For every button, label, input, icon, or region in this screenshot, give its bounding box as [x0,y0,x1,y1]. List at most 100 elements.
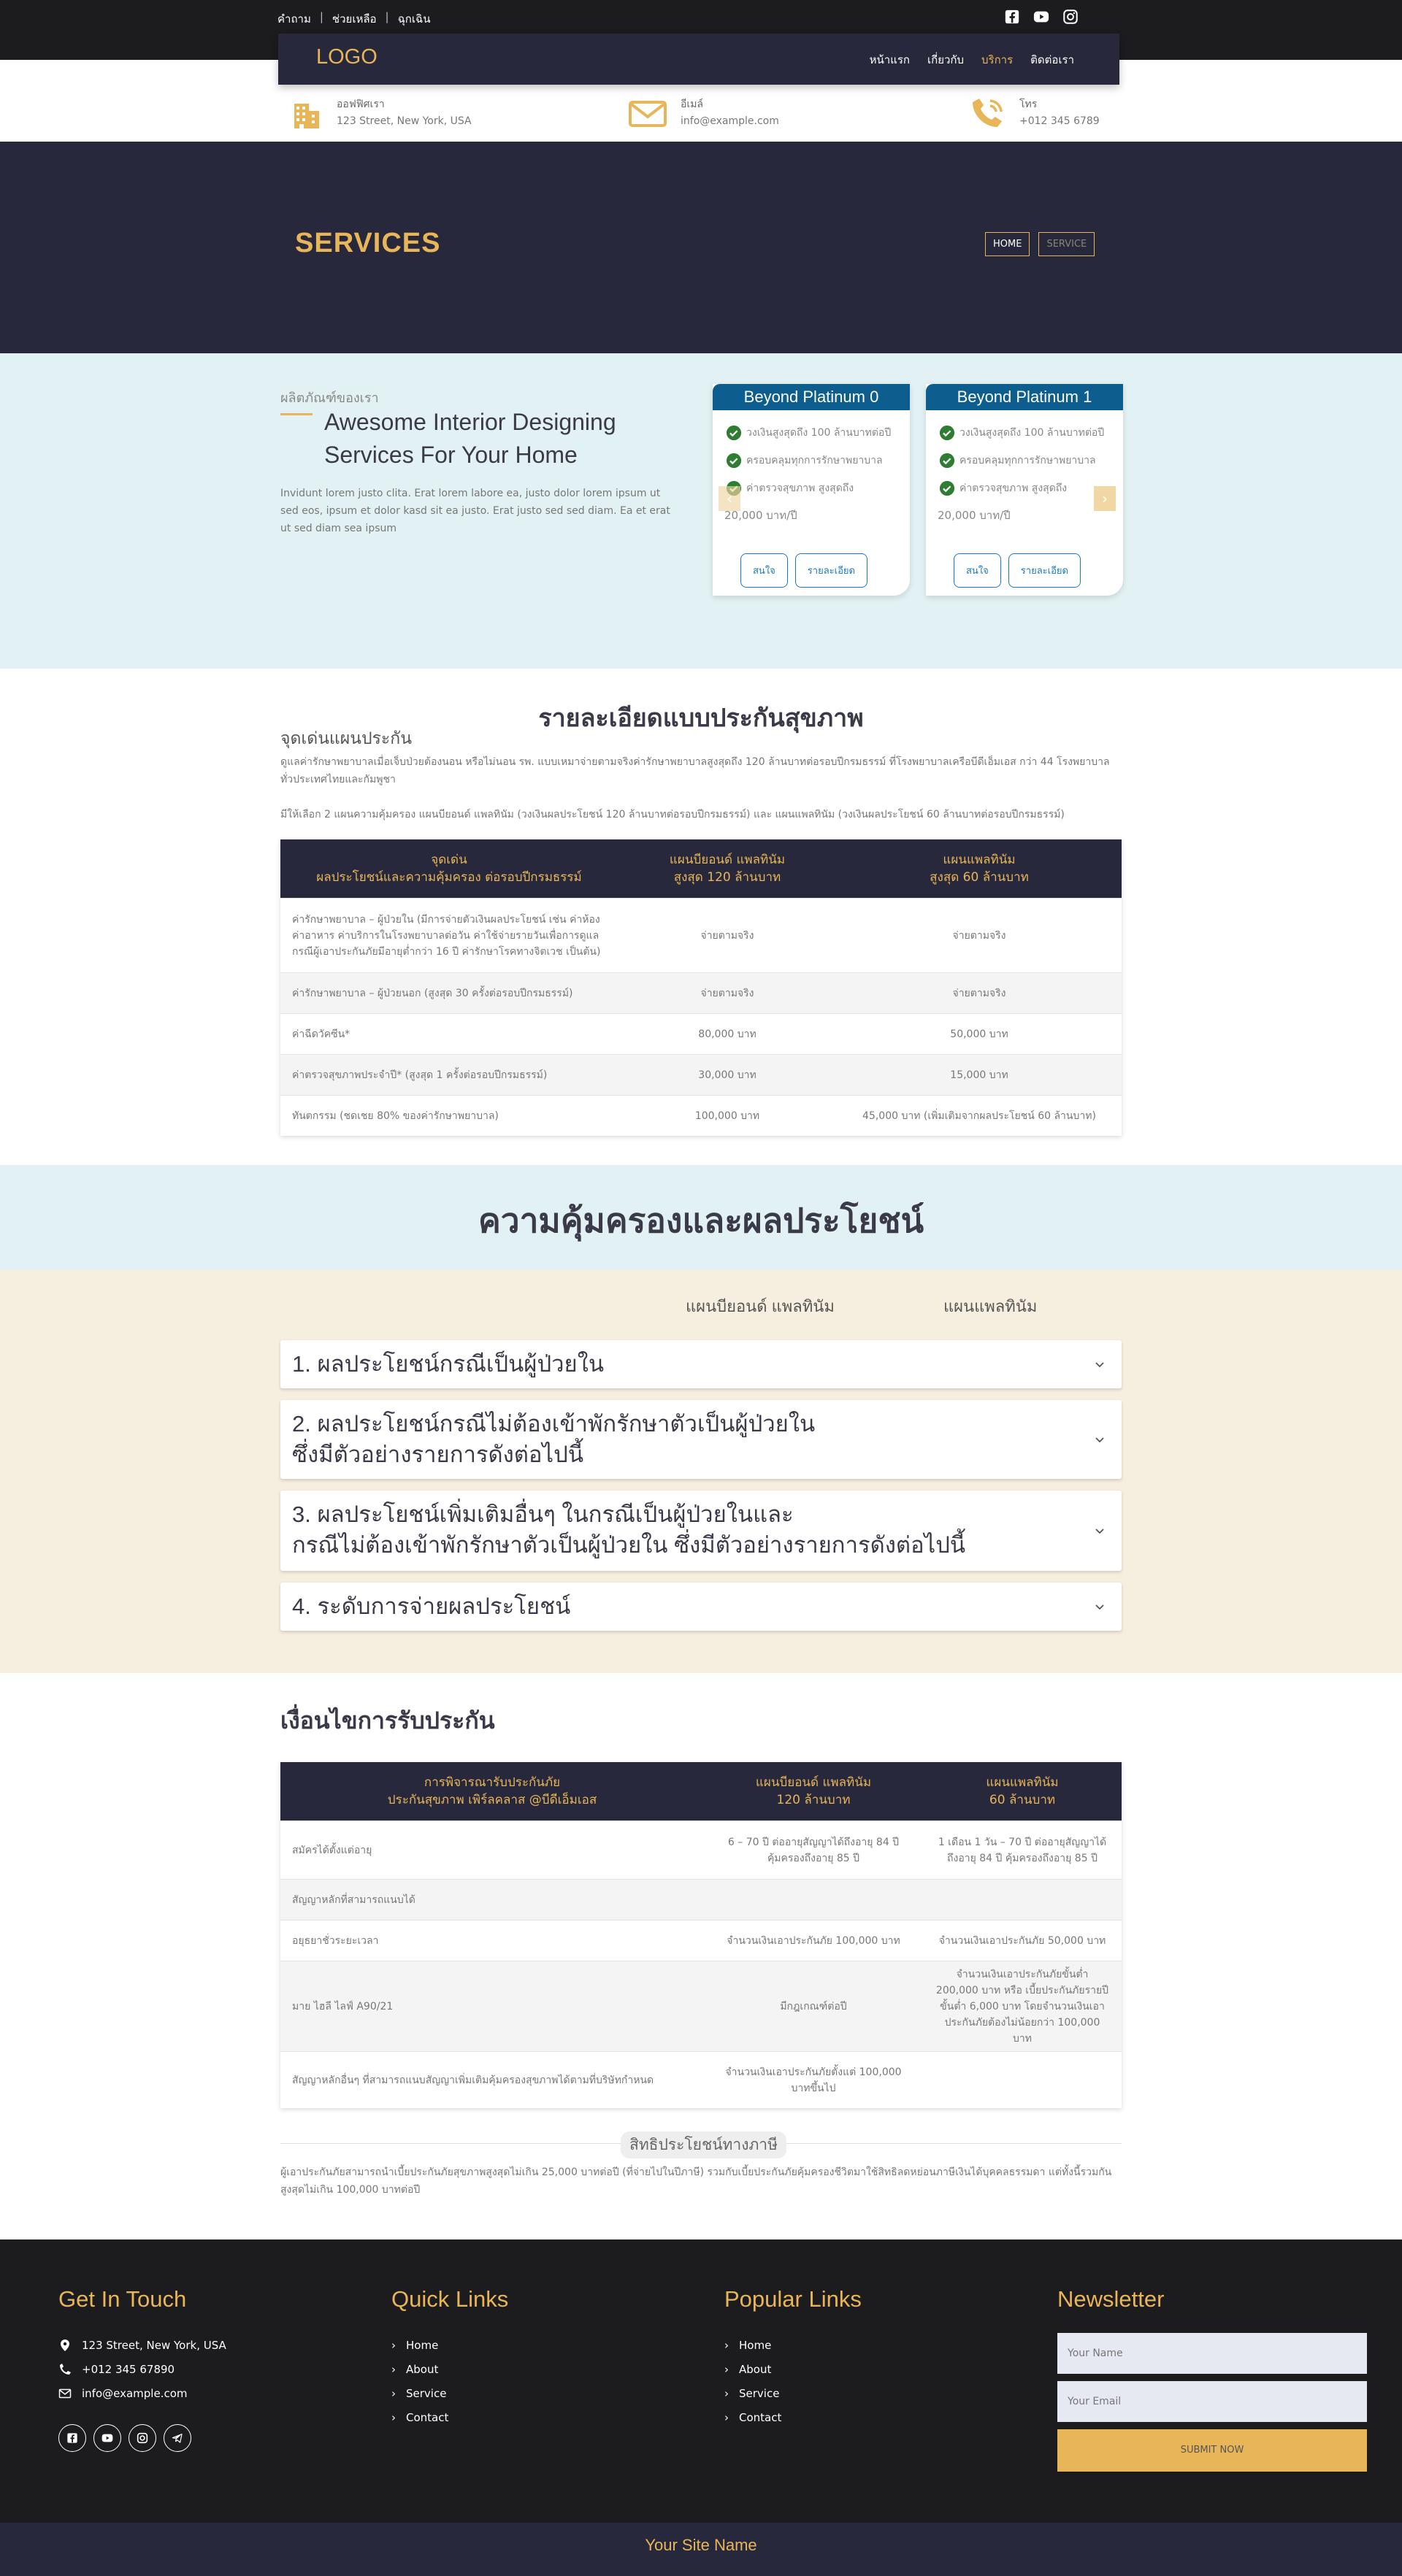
footer-link[interactable]: › Home [724,2333,862,2357]
section-title: รายละเอียดแบบประกันสุขภาพ [538,704,864,732]
newsletter-submit-button[interactable]: SUBMIT NOW [1057,2429,1367,2472]
facebook-icon[interactable] [58,2424,86,2452]
header-line: สูงสุด 60 ล้านบาท [930,870,1029,885]
table-cell: ทันตกรรม (ชดเชย 80% ของค่ารักษาพยาบาล) [292,1110,499,1122]
footer-link-label: About [406,2362,439,2376]
table-cell: จำนวนเงินเอาประกันภัย 50,000 บาท [938,1934,1106,1947]
footer-get-in-touch: Get In Touch 123 Street, New York, USA +… [58,2286,226,2452]
top-link-faq[interactable]: คำถาม [277,10,311,28]
header-cell: แผนแพลทินัม 60 ล้านบาท [923,1774,1122,1809]
top-link-emergency[interactable]: ฉุกเฉิน [398,10,431,28]
accordion-item[interactable]: 3. ผลประโยชน์เพิ่มเติมอื่นๆ ในกรณีเป็นผู… [280,1491,1122,1571]
table-cell: ค่าฉีดวัคซีน* [292,1028,350,1040]
header-line: สูงสุด 120 ล้านบาท [673,870,781,885]
footer-link[interactable]: › Contact [391,2405,508,2429]
telegram-icon[interactable] [164,2424,191,2452]
plan-feature-text: ครอบคลุมทุกการรักษาพยาบาล [959,455,1096,466]
footer-quick-links: Quick Links › Home › About › Service › Conta… [391,2286,508,2429]
chevron-right-icon: › [391,2362,396,2376]
accordion-line: 2. ผลประโยชน์กรณีไม่ต้องเข้าพักรักษาตัวเ… [292,1411,816,1437]
instagram-icon[interactable] [1062,9,1079,25]
header-line: 60 ล้านบาท [989,1793,1056,1807]
footer-email-text[interactable]: info@example.com [82,2387,188,2400]
main-navbar: LOGO หน้าแรก เกี่ยวกับ บริการ ติดต่อเรา [278,34,1119,85]
header-line: แผนแพลทินัม [943,853,1016,867]
header-cell: แผนบียอนด์ แพลทินัมสูงสุด 120 ล้านบาท [618,851,837,886]
top-link-help[interactable]: ช่วยเหลือ [332,10,377,28]
table-row: ค่ารักษาพยาบาล – ผู้ป่วยนอก (สูงสุด 30 ค… [280,972,1122,1013]
footer-popular-links: Popular Links › Home › About › Service › Con… [724,2286,862,2429]
nav-item-about[interactable]: เกี่ยวกับ [927,51,964,69]
footer-link[interactable]: › Contact [724,2405,862,2429]
table-row: อยุธยาชั่วระยะเวลา จำนวนเงินเอาประกันภัย … [280,1920,1122,1961]
plan-buttons: สนใจ รายละเอียด [954,553,1081,588]
table-row: สัญญาหลักอื่นๆ ที่สามารถแนบสัญญาเพิ่มเติ… [280,2051,1122,2108]
benefit-table: จุดเด่น ผลประโยชน์และความคุ้มครอง ต่อรอบป… [280,839,1122,1136]
contact-phone-value[interactable]: +012 345 6789 [1019,115,1100,127]
facebook-icon[interactable] [1004,9,1020,25]
tax-note: ผู้เอาประกันภัยสามารถนำเบี้ยประกันภัยสุข… [280,2166,1112,2196]
table-row: มาย ไฮลี ไลฟ์ A90/21 มีกฎเกณฑ์ต่อปี จำนวนเ… [280,1961,1122,2051]
details-button[interactable]: รายละเอียด [1008,553,1081,588]
carousel-prev-button[interactable]: ‹ [719,486,740,511]
footer-link[interactable]: › Service [391,2381,508,2405]
phone-icon [60,2363,71,2375]
interest-button[interactable]: สนใจ [740,553,788,588]
accordion-title: 3. ผลประโยชน์เพิ่มเติมอื่นๆ ในกรณีเป็นผู… [292,1499,965,1561]
building-icon [294,104,319,128]
table-cell: 30,000 บาท [698,1069,756,1081]
plan-feature: ค่าตรวจสุขภาพ สูงสุดถึง [726,474,910,502]
header-line: 120 ล้านบาท [776,1793,851,1807]
carousel-next-button[interactable]: › [1094,486,1116,511]
accordion-item[interactable]: 1. ผลประโยชน์กรณีเป็นผู้ป่วยใน [280,1340,1122,1388]
newsletter-email-input[interactable]: Your Email [1057,2381,1367,2422]
conditions-section: เงื่อนไขการรับประกัน การพิจารณารับประกัน… [0,1673,1402,2239]
table-row: สมัครได้ตั้งแต่อายุ 6 – 70 ปี ต่ออายุสัญญ… [280,1820,1122,1879]
nav-item-services[interactable]: บริการ [981,51,1013,69]
footer-phone-text[interactable]: +012 345 67890 [82,2363,175,2376]
site-name[interactable]: Your Site Name [645,2536,756,2554]
breadcrumb: HOME SERVICE [985,232,1095,256]
nav-item-home[interactable]: หน้าแรก [870,51,910,69]
accordion-item[interactable]: 2. ผลประโยชน์กรณีไม่ต้องเข้าพักรักษาตัวเ… [280,1400,1122,1479]
youtube-icon[interactable] [93,2424,121,2452]
details-button[interactable]: รายละเอียด [794,553,867,588]
table-cell: 45,000 บาท (เพิ่มเติมจากผลประโยชน์ 60 ล้… [862,1110,1096,1122]
accordion-title: 2. ผลประโยชน์กรณีไม่ต้องเข้าพักรักษาตัวเ… [292,1409,815,1470]
contact-office-value: 123 Street, New York, USA [337,115,472,127]
footer-phone: +012 345 67890 [58,2357,226,2381]
accordion-line: 3. ผลประโยชน์เพิ่มเติมอื่นๆ ในกรณีเป็นผู… [292,1502,794,1527]
header-cell: จุดเด่น ผลประโยชน์และความคุ้มครอง ต่อรอบป… [280,851,618,886]
nav-item-contact[interactable]: ติดต่อเรา [1030,51,1074,69]
footer-link[interactable]: › About [391,2357,508,2381]
accordion-item[interactable]: 4. ระดับการจ่ายผลประโยชน์ [280,1583,1122,1631]
check-icon [726,425,742,441]
section-heading: Awesome Interior Designing Services For … [324,406,616,472]
section-subtitle: จุดเด่นแผนประกัน [280,728,412,747]
footer-address-text: 123 Street, New York, USA [82,2338,226,2352]
footer: Get In Touch 123 Street, New York, USA +… [0,2239,1402,2523]
column-label: แผนบียอนด์ แพลทินัม [686,1297,835,1315]
footer-link-label: Contact [406,2410,449,2424]
header-line: แผนบียอนด์ แพลทินัม [669,853,786,867]
coverage-section: แผนบียอนด์ แพลทินัม แผนแพลทินัม 1. ผลประ… [0,1270,1402,1673]
section-kicker: ผลิตภัณฑ์ของเรา [280,391,379,406]
table-row: ค่าตรวจสุขภาพประจำปี* (สูงสุด 1 ครั้งต่อ… [280,1054,1122,1095]
footer-link[interactable]: › Service [724,2381,862,2405]
table-row: ค่ารักษาพยาบาล – ผู้ป่วยใน (มีการจ่ายตัว… [280,898,1122,972]
youtube-icon[interactable] [1033,9,1049,25]
instagram-icon[interactable] [129,2424,156,2452]
table-cell: สัญญาหลักอื่นๆ ที่สามารถแนบสัญญาเพิ่มเติ… [292,2074,654,2086]
breadcrumb-home[interactable]: HOME [985,232,1030,256]
contact-email-value[interactable]: info@example.com [681,115,779,127]
newsletter-name-input[interactable]: Your Name [1057,2333,1367,2374]
logo[interactable]: LOGO [316,45,378,69]
mail-icon [629,101,667,127]
interest-button[interactable]: สนใจ [954,553,1001,588]
table-cell [923,1894,1122,1906]
footer-link[interactable]: › Home [391,2333,508,2357]
accordion-line: กรณีไม่ต้องเข้าพักรักษาตัวเป็นผู้ป่วยใน … [292,1532,966,1558]
footer-link[interactable]: › About [724,2357,862,2381]
table-cell: อยุธยาชั่วระยะเวลา [292,1934,379,1947]
products-section: ผลิตภัณฑ์ของเรา Awesome Interior Designi… [0,353,1402,669]
